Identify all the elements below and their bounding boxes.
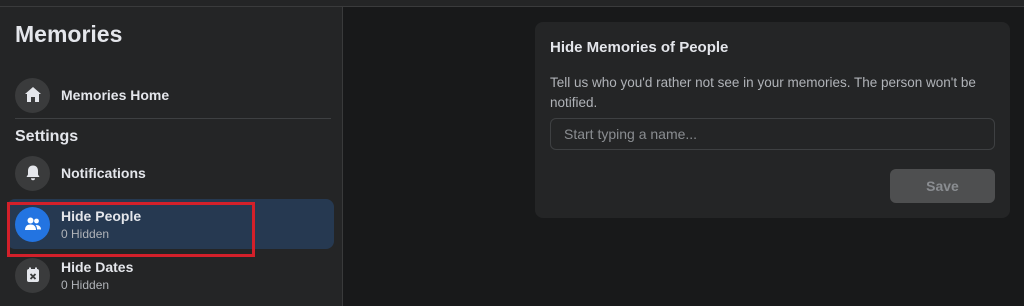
sidebar-item-label: Hide Dates [61, 258, 134, 275]
bell-icon [15, 155, 50, 191]
sidebar-item-hide-people[interactable]: Hide People 0 Hidden [7, 199, 334, 249]
sidebar-item-notifications[interactable]: Notifications [7, 148, 334, 198]
home-icon [15, 77, 50, 113]
sidebar-item-label: Notifications [61, 165, 146, 181]
hidden-count: 0 Hidden [61, 226, 110, 241]
sidebar-item-label: Memories Home [61, 87, 170, 103]
sidebar-item-hide-dates[interactable]: Hide Dates 0 Hidden [7, 250, 334, 300]
hide-people-card: Hide Memories of People Tell us who you'… [535, 22, 1010, 218]
people-icon [15, 206, 50, 242]
sidebar-title: Memories [15, 21, 123, 47]
hidden-count: 0 Hidden [61, 277, 110, 292]
settings-heading: Settings [15, 128, 79, 145]
sidebar-item-memories-home[interactable]: Memories Home [7, 70, 334, 120]
card-title: Hide Memories of People [550, 39, 729, 56]
sidebar-divider [15, 118, 331, 119]
sidebar: Memories Memories Home Settings Notifica… [0, 7, 343, 306]
top-bar [0, 0, 1024, 7]
card-description: Tell us who you'd rather not see in your… [550, 75, 976, 110]
name-search-input[interactable] [550, 118, 995, 150]
sidebar-item-label: Hide People [61, 207, 142, 224]
calendar-x-icon [15, 257, 50, 293]
save-button[interactable]: Save [890, 169, 995, 203]
